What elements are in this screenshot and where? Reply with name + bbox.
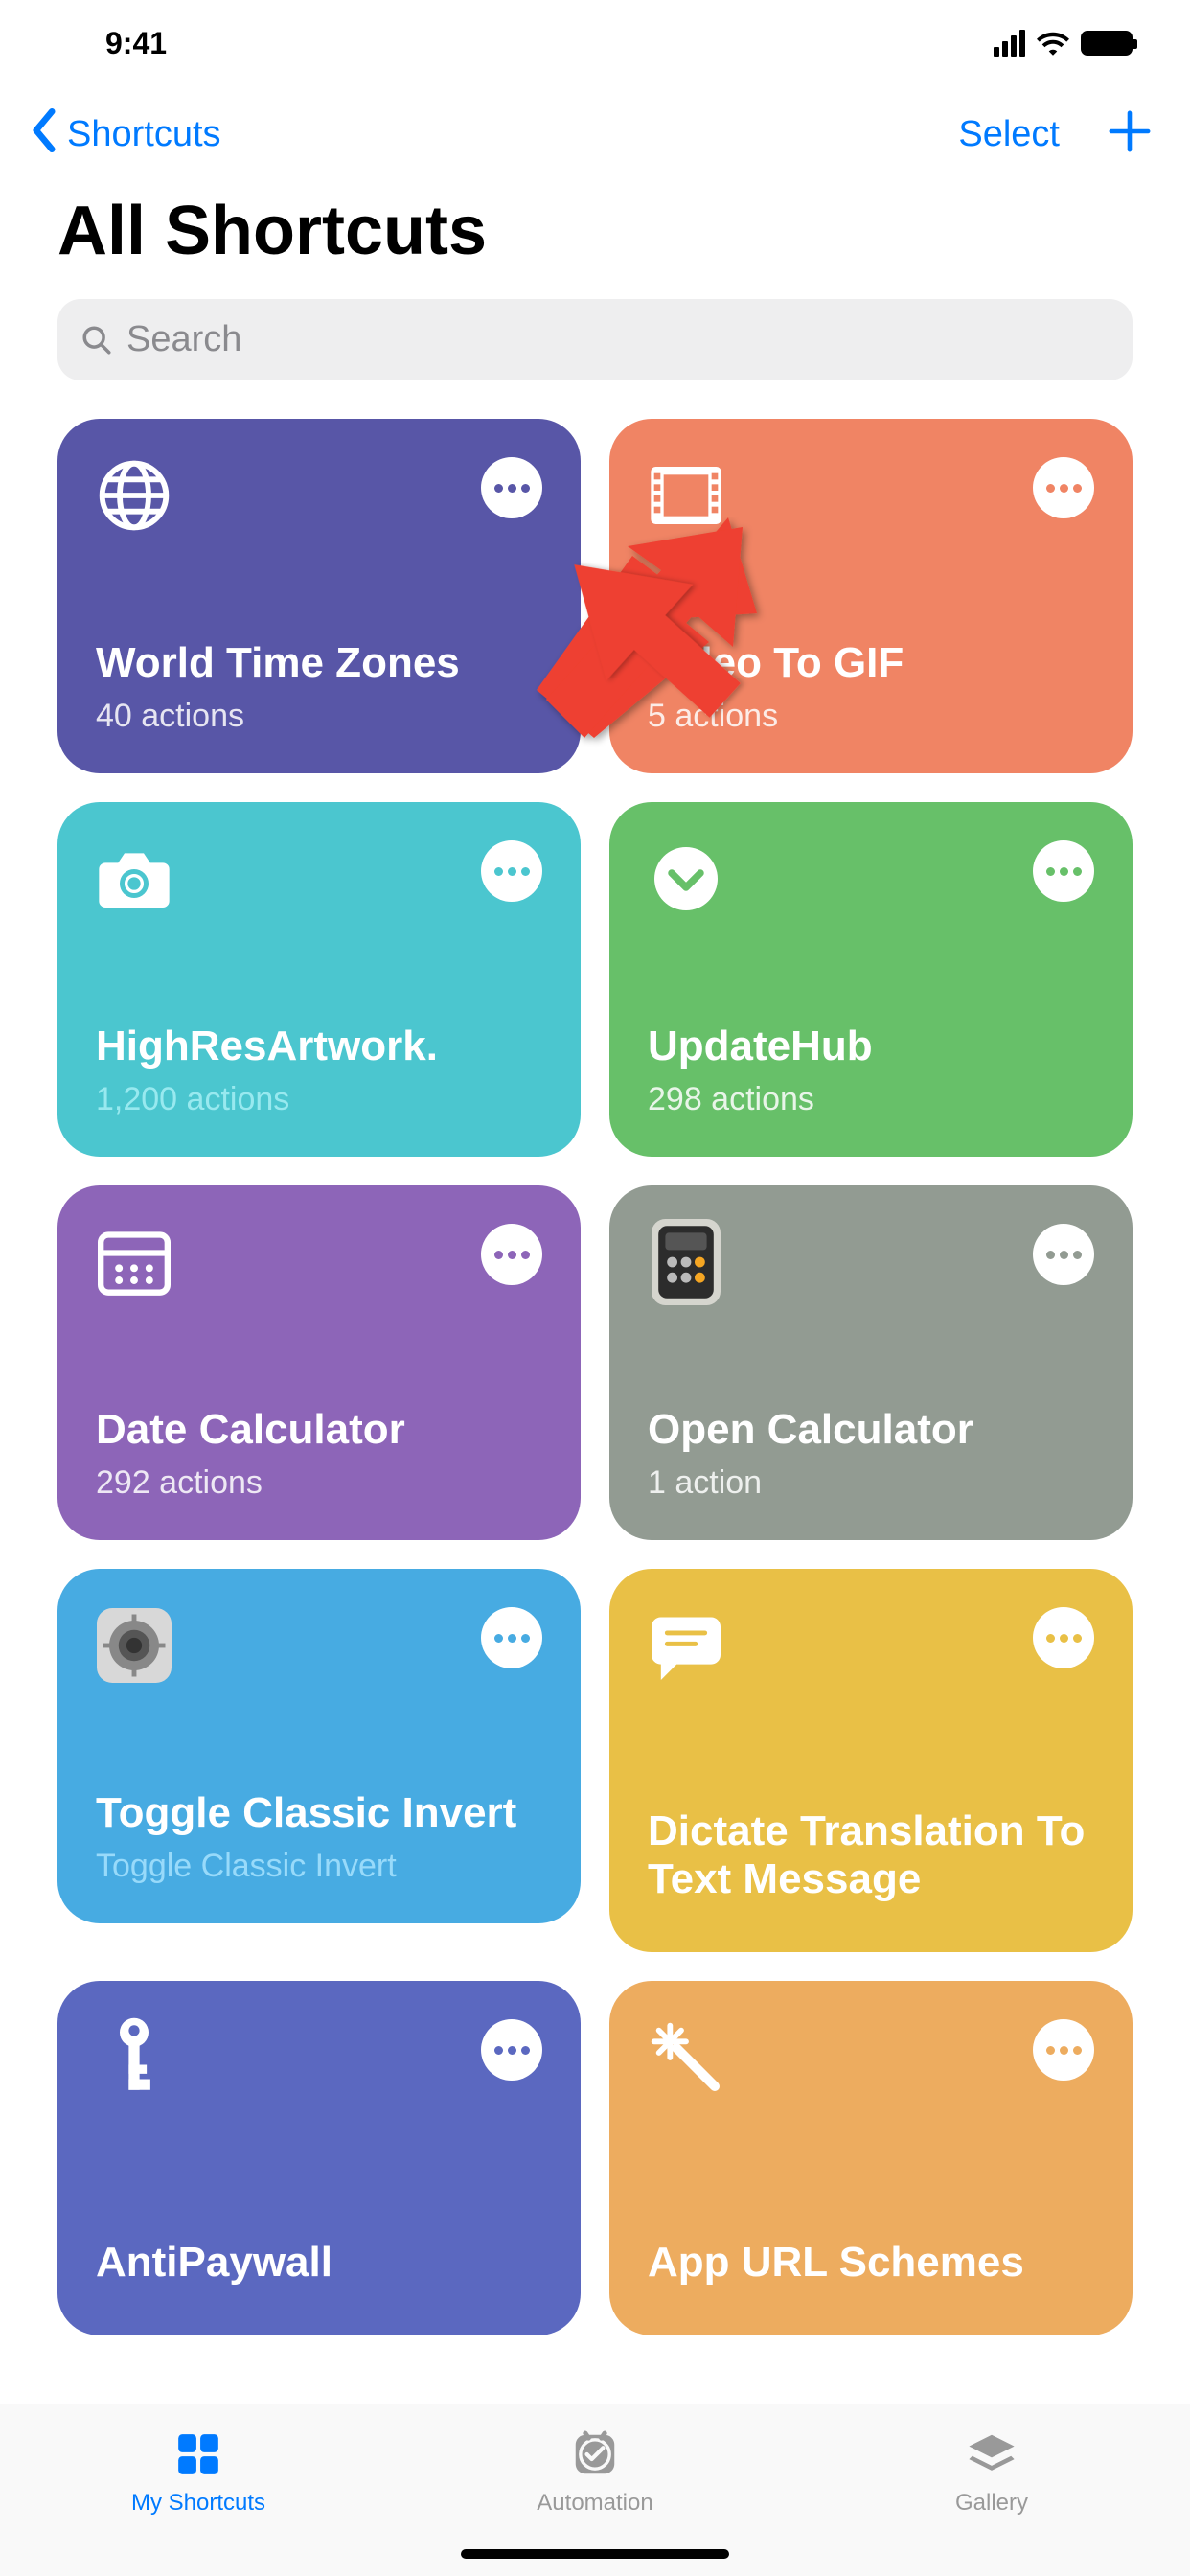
card-subtitle: 5 actions (648, 698, 1094, 735)
card-title: Dictate Transla­tion To Text Message (648, 1807, 1094, 1904)
status-bar: 9:41 (0, 0, 1190, 86)
card-subtitle: 1,200 actions (96, 1081, 542, 1118)
card-title: HighResArtwork. (96, 1023, 542, 1071)
speech-icon (648, 1607, 724, 1684)
cellular-icon (994, 30, 1025, 57)
select-button[interactable]: Select (958, 114, 1060, 155)
settings-app-icon (96, 1607, 172, 1684)
shortcut-card[interactable]: Video To GIF 5 actions (609, 419, 1133, 773)
more-button[interactable] (1033, 1224, 1094, 1285)
tab-label: My Shortcuts (131, 2490, 265, 2517)
shortcut-card[interactable]: Toggle Classic Invert Toggle Classic Inv… (57, 1569, 581, 1923)
card-title: Open Calculator (648, 1406, 1094, 1455)
grid-icon (171, 2426, 226, 2482)
stack-icon (964, 2426, 1019, 2482)
card-title: World Time Zones (96, 639, 542, 688)
tab-my-shortcuts[interactable]: My Shortcuts (0, 2404, 397, 2538)
card-title: AntiPaywall (96, 2239, 542, 2288)
card-title: UpdateHub (648, 1023, 1094, 1071)
search-input[interactable]: Search (57, 299, 1133, 380)
clock-check-icon (567, 2426, 623, 2482)
wand-icon (648, 2019, 724, 2096)
back-button[interactable]: Shortcuts (29, 108, 221, 161)
key-icon (96, 2019, 172, 2096)
card-title: Video To GIF (648, 639, 1094, 688)
camera-icon (96, 840, 172, 917)
search-icon (80, 324, 113, 356)
add-button[interactable] (1108, 105, 1152, 163)
nav-bar: Shortcuts Select (0, 86, 1190, 172)
tab-label: Gallery (955, 2490, 1028, 2517)
battery-icon (1081, 31, 1133, 56)
status-indicators (994, 30, 1133, 57)
back-label: Shortcuts (67, 114, 221, 155)
home-indicator[interactable] (461, 2549, 729, 2559)
shortcut-card[interactable]: UpdateHub 298 actions (609, 802, 1133, 1157)
tab-automation[interactable]: Automation (397, 2404, 793, 2538)
more-button[interactable] (1033, 457, 1094, 518)
shortcut-card[interactable]: AntiPaywall (57, 1981, 581, 2335)
more-button[interactable] (481, 457, 542, 518)
globe-icon (96, 457, 172, 534)
shortcut-card[interactable]: World Time Zones 40 actions (57, 419, 581, 773)
card-subtitle: 40 actions (96, 698, 542, 735)
more-button[interactable] (1033, 1607, 1094, 1668)
shortcut-card[interactable]: Dictate Transla­tion To Text Message (609, 1569, 1133, 1952)
chevron-left-icon (29, 108, 59, 161)
calendar-icon (96, 1224, 172, 1300)
more-button[interactable] (481, 840, 542, 902)
shortcut-card[interactable]: HighResArtwork. 1,200 actions (57, 802, 581, 1157)
page-title: All Shortcuts (0, 172, 1190, 299)
calculator-app-icon (648, 1224, 724, 1300)
card-subtitle: 298 actions (648, 1081, 1094, 1118)
card-subtitle: 1 action (648, 1464, 1094, 1502)
shortcuts-grid: World Time Zones 40 actions Video To GIF… (0, 380, 1190, 2527)
tab-label: Automation (537, 2490, 652, 2517)
more-button[interactable] (1033, 2019, 1094, 2081)
more-button[interactable] (1033, 840, 1094, 902)
status-time: 9:41 (105, 26, 167, 61)
more-button[interactable] (481, 2019, 542, 2081)
card-title: Toggle Classic Invert (96, 1789, 542, 1838)
shortcut-card[interactable]: Open Calculator 1 action (609, 1185, 1133, 1540)
more-button[interactable] (481, 1607, 542, 1668)
card-title: App URL Schemes (648, 2239, 1094, 2288)
more-button[interactable] (481, 1224, 542, 1285)
tab-gallery[interactable]: Gallery (793, 2404, 1190, 2538)
film-icon (648, 457, 724, 534)
card-subtitle: 292 actions (96, 1464, 542, 1502)
card-title: Date Calculator (96, 1406, 542, 1455)
wifi-icon (1037, 31, 1069, 56)
search-placeholder: Search (126, 319, 241, 360)
shortcut-card[interactable]: Date Calculator 292 actions (57, 1185, 581, 1540)
card-subtitle: Toggle Classic Invert (96, 1848, 542, 1885)
shortcut-card[interactable]: App URL Schemes (609, 1981, 1133, 2335)
chevron-down-circle-icon (648, 840, 724, 917)
